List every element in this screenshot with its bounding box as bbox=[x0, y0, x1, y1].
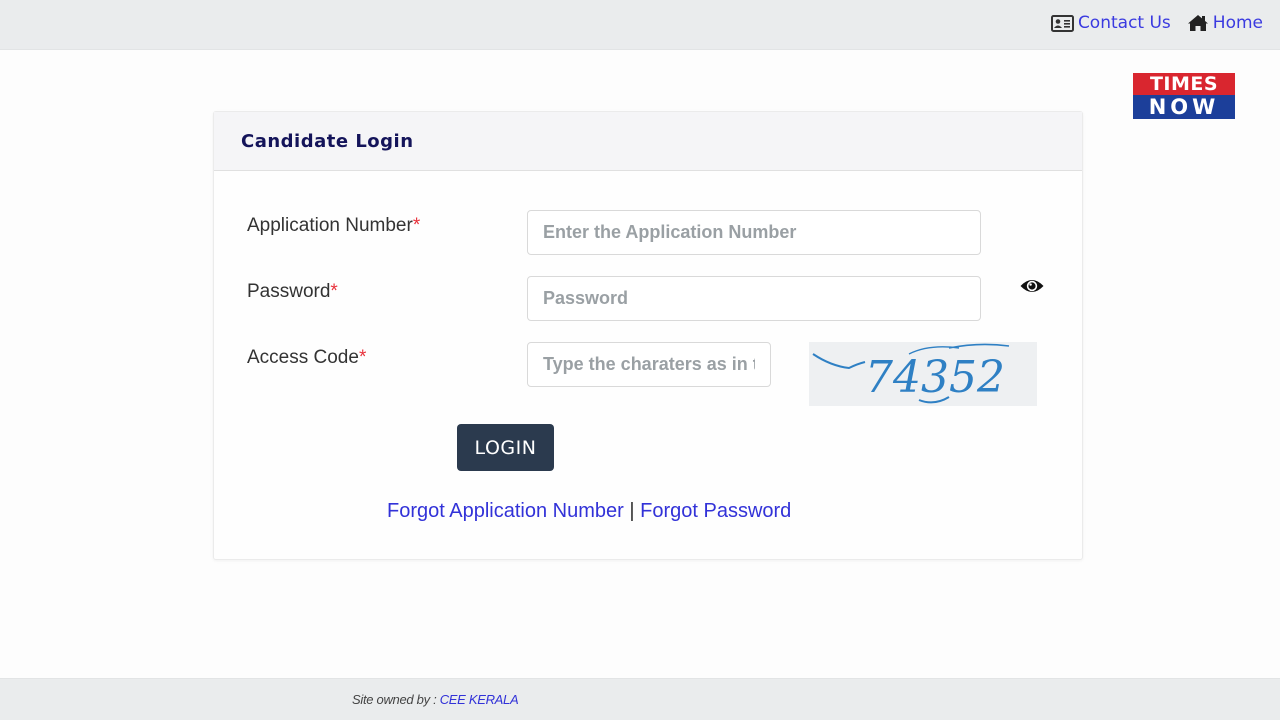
contact-us-label: Contact Us bbox=[1077, 13, 1171, 33]
password-input[interactable] bbox=[527, 276, 981, 321]
home-label: Home bbox=[1212, 13, 1263, 33]
footer-prefix: Site owned by : bbox=[352, 692, 440, 707]
home-icon bbox=[1187, 14, 1209, 32]
password-label: Password* bbox=[247, 281, 338, 303]
logo-line-2: NOW bbox=[1133, 95, 1235, 119]
captcha-image: 74352 bbox=[809, 342, 1037, 406]
footer-text: Site owned by : CEE KERALA bbox=[352, 692, 519, 707]
card-title: Candidate Login bbox=[241, 130, 414, 152]
application-number-label-text: Application Number bbox=[247, 215, 413, 236]
forgot-application-number-link[interactable]: Forgot Application Number bbox=[387, 500, 624, 522]
top-nav: Contact Us Home bbox=[1050, 13, 1263, 33]
application-number-input[interactable] bbox=[527, 210, 981, 255]
access-code-input[interactable] bbox=[527, 342, 771, 387]
required-marker: * bbox=[412, 215, 421, 236]
password-label-text: Password bbox=[247, 281, 331, 302]
logo-line-1: TIMES bbox=[1133, 73, 1235, 95]
footer-owner-link[interactable]: CEE KERALA bbox=[440, 692, 519, 707]
access-code-label: Access Code* bbox=[247, 347, 366, 369]
link-separator: | bbox=[629, 500, 635, 522]
application-number-label: Application Number* bbox=[247, 215, 420, 237]
required-marker: * bbox=[330, 281, 338, 302]
login-button[interactable]: LOGIN bbox=[457, 424, 554, 471]
forgot-password-link[interactable]: Forgot Password bbox=[640, 500, 791, 522]
forgot-links: Forgot Application Number | Forgot Passw… bbox=[387, 500, 791, 523]
contact-us-link[interactable]: Contact Us bbox=[1050, 13, 1171, 33]
top-bar: Contact Us Home bbox=[0, 0, 1280, 50]
times-now-logo: TIMES NOW bbox=[1133, 73, 1235, 119]
eye-icon[interactable] bbox=[1019, 276, 1045, 296]
access-code-label-text: Access Code bbox=[247, 347, 359, 368]
contact-card-icon bbox=[1050, 14, 1074, 32]
home-link[interactable]: Home bbox=[1187, 13, 1263, 33]
candidate-login-card: Candidate Login Application Number* Pass… bbox=[213, 111, 1083, 560]
captcha-text: 74352 bbox=[865, 352, 1005, 403]
required-marker: * bbox=[358, 347, 367, 368]
footer: Site owned by : CEE KERALA bbox=[0, 678, 1280, 720]
card-header: Candidate Login bbox=[214, 112, 1082, 171]
